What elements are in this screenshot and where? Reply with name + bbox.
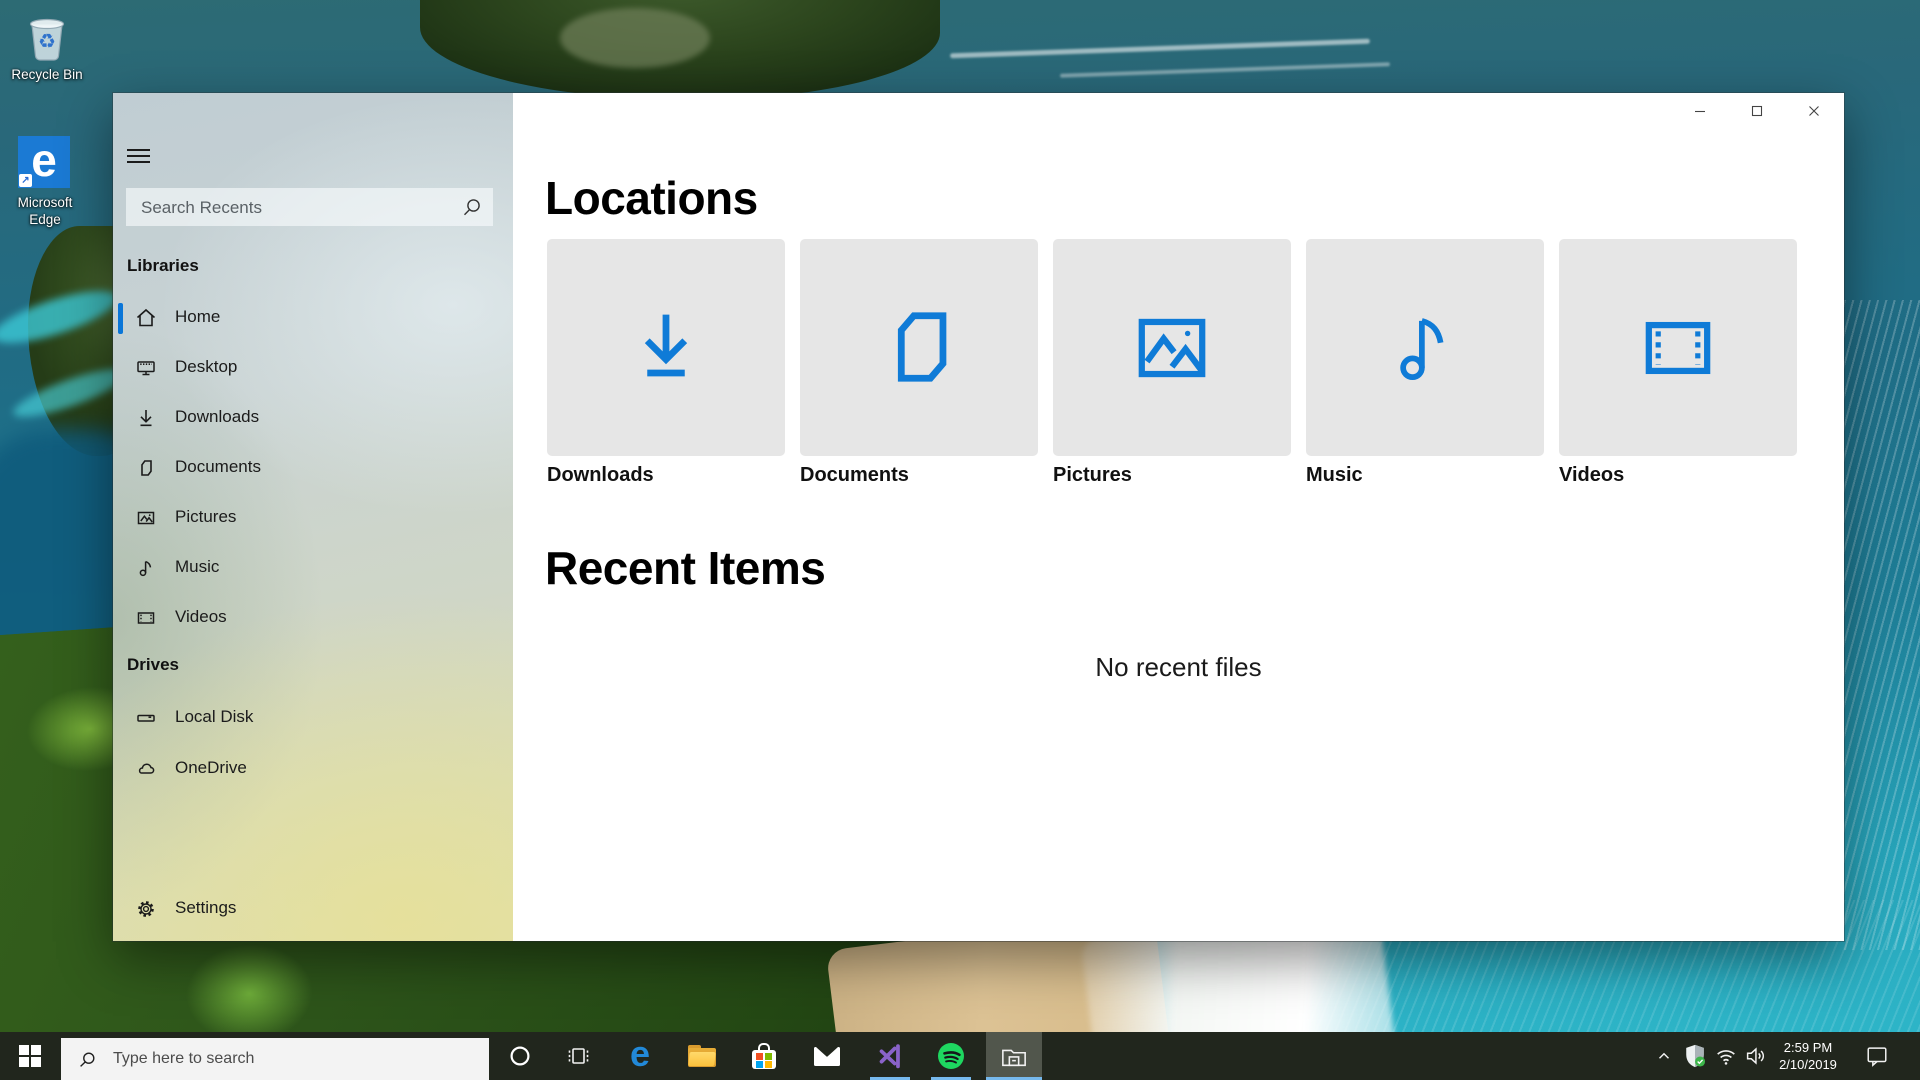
sidebar: Libraries Home Desktop <box>113 93 513 941</box>
tile-documents[interactable] <box>800 239 1038 456</box>
wallpaper-wave <box>950 39 1370 59</box>
clock-date: 2/10/2019 <box>1766 1056 1850 1073</box>
files-app-button-active[interactable] <box>986 1032 1042 1080</box>
sidebar-item-label: Pictures <box>175 507 236 527</box>
store-button[interactable] <box>740 1032 788 1080</box>
sidebar-search-input[interactable] <box>139 188 453 228</box>
shortcut-arrow-icon: ↗ <box>19 174 32 187</box>
close-button[interactable] <box>1791 93 1837 129</box>
sidebar-item-settings[interactable]: Settings <box>113 884 513 934</box>
sidebar-item-label: OneDrive <box>175 758 247 778</box>
file-explorer-icon <box>688 1045 716 1067</box>
sidebar-item-label: Videos <box>175 607 227 627</box>
file-explorer-button[interactable] <box>678 1032 726 1080</box>
sidebar-item-pictures[interactable]: Pictures <box>113 493 513 543</box>
sidebar-item-desktop[interactable]: Desktop <box>113 343 513 393</box>
visual-studio-icon <box>875 1041 905 1071</box>
sidebar-item-label: Home <box>175 307 220 327</box>
tray-defender-shield-icon[interactable] <box>1680 1032 1710 1080</box>
monitor-icon <box>134 356 158 380</box>
tile-label: Videos <box>1559 464 1797 487</box>
tray-wifi-icon[interactable] <box>1711 1032 1741 1080</box>
mail-button[interactable] <box>803 1032 851 1080</box>
tray-chevron-up-icon[interactable] <box>1649 1032 1679 1080</box>
selection-indicator <box>118 303 123 334</box>
desktop-icon-label: Recycle Bin <box>0 66 94 83</box>
sidebar-item-local-disk[interactable]: Local Disk <box>113 693 513 743</box>
gear-icon <box>134 897 158 921</box>
taskbar-search-box[interactable] <box>61 1038 489 1080</box>
visual-studio-button[interactable] <box>866 1032 914 1080</box>
wallpaper-sea-sparkle <box>1844 300 1920 950</box>
svg-text:♻: ♻ <box>38 31 56 53</box>
sidebar-section-header: Libraries <box>127 256 327 276</box>
tile-label: Documents <box>800 464 1038 487</box>
wallpaper-rock <box>560 8 710 68</box>
taskbar-clock[interactable]: 2:59 PM 2/10/2019 <box>1766 1039 1850 1073</box>
sidebar-item-label: Desktop <box>175 357 237 377</box>
hamburger-icon[interactable] <box>127 149 150 163</box>
tile-label: Downloads <box>547 464 785 487</box>
music-note-icon <box>134 556 158 580</box>
mail-icon <box>814 1047 840 1066</box>
tile-downloads[interactable] <box>547 239 785 456</box>
sidebar-item-label: Music <box>175 557 219 577</box>
sidebar-item-videos[interactable]: Videos <box>113 593 513 643</box>
cortana-icon <box>508 1044 532 1068</box>
locations-heading: Locations <box>545 171 758 225</box>
sidebar-item-label: Downloads <box>175 407 259 427</box>
sidebar-item-documents[interactable]: Documents <box>113 443 513 493</box>
sidebar-item-label: Settings <box>175 898 236 918</box>
sidebar-item-label: Documents <box>175 457 261 477</box>
desktop-icon-label: Microsoft Edge <box>8 194 82 228</box>
start-button[interactable] <box>6 1032 54 1080</box>
tile-label: Pictures <box>1053 464 1291 487</box>
sidebar-section-header: Drives <box>127 655 327 675</box>
edge-taskbar-button[interactable]: e <box>616 1032 664 1080</box>
tile-videos[interactable] <box>1559 239 1797 456</box>
download-icon <box>134 406 158 430</box>
edge-icon: e <box>630 1037 650 1071</box>
sidebar-item-downloads[interactable]: Downloads <box>113 393 513 443</box>
spotify-button[interactable] <box>927 1032 975 1080</box>
film-icon <box>134 606 158 630</box>
task-view-icon <box>565 1043 591 1069</box>
cortana-button[interactable] <box>496 1032 544 1080</box>
tile-pictures[interactable] <box>1053 239 1291 456</box>
files-app-icon <box>999 1043 1029 1069</box>
taskbar-search-input[interactable] <box>111 1038 489 1080</box>
hard-drive-icon <box>134 706 158 730</box>
sidebar-item-onedrive[interactable]: OneDrive <box>113 744 513 794</box>
sidebar-item-music[interactable]: Music <box>113 543 513 593</box>
edge-icon: e ↗ <box>18 136 70 188</box>
desktop-screen: ♻ Recycle Bin e ↗ Microsoft Edge <box>0 0 1920 1080</box>
minimize-button[interactable] <box>1677 93 1723 129</box>
wallpaper-wave <box>1060 62 1390 78</box>
sidebar-item-home[interactable]: Home <box>113 293 513 343</box>
cloud-icon <box>134 757 158 781</box>
sidebar-item-label: Local Disk <box>175 707 253 727</box>
tile-label: Music <box>1306 464 1544 487</box>
search-icon <box>78 1050 97 1069</box>
spotify-icon <box>937 1042 965 1070</box>
tile-music[interactable] <box>1306 239 1544 456</box>
clock-time: 2:59 PM <box>1766 1039 1850 1056</box>
picture-icon <box>134 506 158 530</box>
document-icon <box>134 456 158 480</box>
files-app-window: Libraries Home Desktop <box>113 93 1844 941</box>
search-icon <box>461 196 483 218</box>
store-icon <box>751 1043 777 1069</box>
action-center-icon[interactable] <box>1862 1032 1892 1080</box>
home-icon <box>134 306 158 330</box>
recycle-bin-icon: ♻ <box>24 12 70 64</box>
edge-letter: e <box>31 137 57 183</box>
recent-items-heading: Recent Items <box>545 541 825 595</box>
sidebar-search-box[interactable] <box>126 188 493 226</box>
taskbar: e <box>0 1032 1920 1080</box>
task-view-button[interactable] <box>554 1032 602 1080</box>
maximize-button[interactable] <box>1734 93 1780 129</box>
recent-empty-message: No recent files <box>513 652 1844 683</box>
